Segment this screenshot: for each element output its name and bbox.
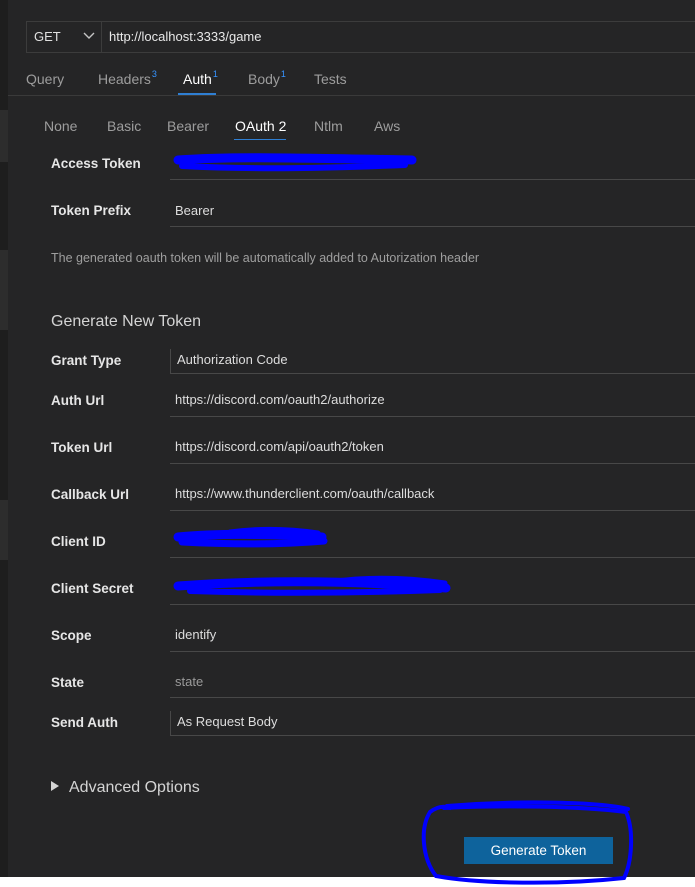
- tab-badge: 3: [151, 69, 157, 79]
- tab-label: Query: [26, 71, 65, 87]
- auth-tab-oauth2[interactable]: OAuth 2: [235, 118, 286, 134]
- expand-triangle-icon: [51, 781, 59, 791]
- active-auth-tab-indicator: [234, 139, 286, 140]
- scope-label: Scope: [51, 628, 92, 643]
- tab-tests[interactable]: Tests: [314, 71, 347, 87]
- url-bar: GET http://localhost:3333/game: [26, 21, 695, 53]
- chevron-down-icon: [83, 32, 95, 39]
- gutter-segment: [0, 250, 8, 330]
- tab-badge: 1: [212, 69, 218, 79]
- tabs-divider: [8, 95, 695, 96]
- token-url-input[interactable]: https://discord.com/api/oauth2/token: [175, 439, 384, 454]
- section-title: Generate New Token: [51, 313, 202, 330]
- grant-type-label: Grant Type: [51, 353, 122, 368]
- field-underline: [170, 604, 695, 605]
- tab-label: Body: [248, 71, 280, 87]
- access-token-label: Access Token: [51, 156, 141, 171]
- state-input[interactable]: state: [175, 674, 203, 689]
- tab-label: Headers: [98, 71, 151, 87]
- field-border: [170, 711, 171, 735]
- tab-badge: 1: [280, 69, 286, 79]
- field-underline: [170, 226, 695, 227]
- advanced-options-toggle[interactable]: Advanced Options: [51, 779, 200, 797]
- thunder-client-request-panel: GET http://localhost:3333/game Query Hea…: [0, 0, 695, 877]
- field-underline: [170, 651, 695, 652]
- url-input[interactable]: http://localhost:3333/game: [109, 22, 262, 52]
- callback-url-label: Callback Url: [51, 487, 130, 502]
- callback-url-input[interactable]: https://www.thunderclient.com/oauth/call…: [175, 486, 434, 501]
- tab-label: Auth: [183, 71, 212, 87]
- scope-input[interactable]: identify: [175, 627, 216, 642]
- tab-auth[interactable]: Auth1: [183, 69, 218, 87]
- auth-tab-ntlm[interactable]: Ntlm: [314, 118, 343, 134]
- token-url-label: Token Url: [51, 440, 113, 455]
- state-label: State: [51, 675, 85, 690]
- auth-tab-none[interactable]: None: [44, 118, 77, 134]
- oauth-info-text: The generated oauth token will be automa…: [51, 251, 480, 265]
- advanced-options-label: Advanced Options: [69, 779, 200, 796]
- auth-url-label: Auth Url: [51, 393, 105, 408]
- field-underline: [170, 697, 695, 698]
- field-underline: [170, 179, 695, 180]
- tab-label: Tests: [314, 71, 347, 87]
- auth-url-input[interactable]: https://discord.com/oauth2/authorize: [175, 392, 385, 407]
- field-underline: [170, 735, 695, 736]
- auth-tab-bearer[interactable]: Bearer: [167, 118, 209, 134]
- field-underline: [170, 416, 695, 417]
- send-auth-label: Send Auth: [51, 715, 118, 730]
- tab-body[interactable]: Body1: [248, 69, 286, 87]
- field-underline: [170, 510, 695, 511]
- field-underline: [170, 557, 695, 558]
- client-id-label: Client ID: [51, 534, 106, 549]
- gutter-segment: [0, 500, 8, 560]
- tab-query[interactable]: Query: [26, 71, 64, 87]
- method-label: GET: [34, 29, 61, 44]
- field-border: [170, 349, 171, 373]
- client-secret-label: Client Secret: [51, 581, 134, 596]
- method-select[interactable]: GET: [27, 22, 102, 52]
- generate-token-button[interactable]: Generate Token: [464, 837, 613, 864]
- auth-tab-basic[interactable]: Basic: [107, 118, 141, 134]
- auth-tab-aws[interactable]: Aws: [374, 118, 400, 134]
- token-prefix-input[interactable]: Bearer: [175, 203, 214, 218]
- token-prefix-label: Token Prefix: [51, 203, 132, 218]
- editor-gutter: [0, 0, 8, 877]
- send-auth-select[interactable]: As Request Body: [177, 714, 277, 729]
- grant-type-select[interactable]: Authorization Code: [177, 352, 288, 367]
- field-underline: [170, 463, 695, 464]
- gutter-segment: [0, 110, 8, 162]
- field-underline: [170, 373, 695, 374]
- tab-headers[interactable]: Headers3: [98, 69, 157, 87]
